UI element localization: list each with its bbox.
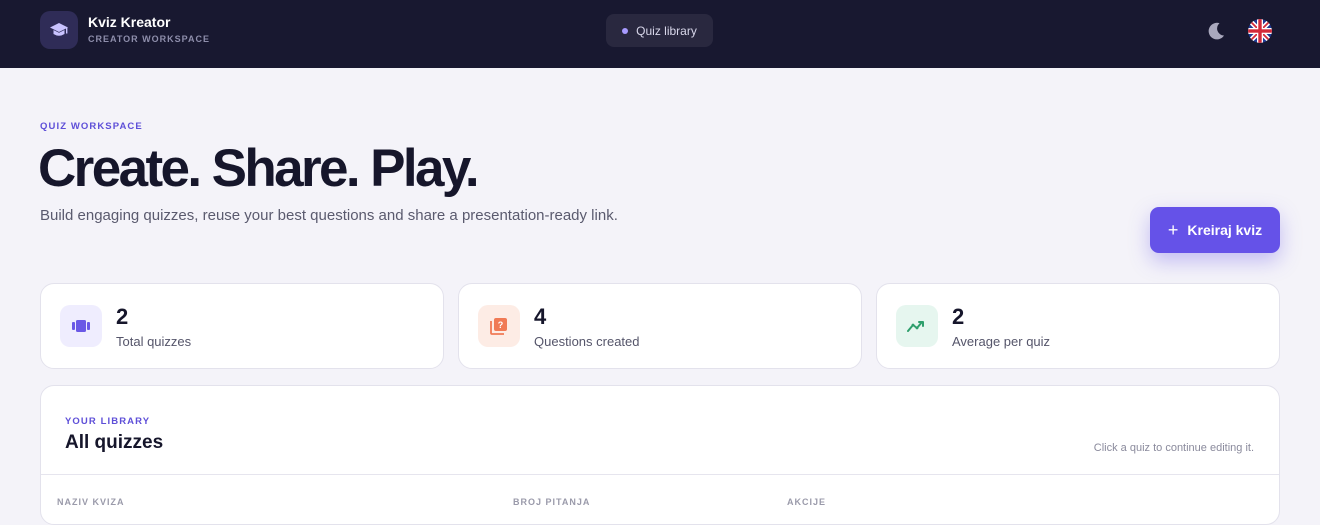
library-hint: Click a quiz to continue editing it. (1093, 442, 1254, 454)
create-quiz-label: Kreiraj kviz (1187, 222, 1263, 238)
film-icon (60, 305, 102, 347)
question-book-icon: ? (478, 305, 520, 347)
stat-card-average-per-quiz: 2 Average per quiz (876, 283, 1280, 369)
library-title: All quizzes (65, 432, 164, 453)
svg-text:?: ? (498, 320, 504, 330)
brand-subtitle: CREATOR WORKSPACE (88, 34, 211, 44)
hero-eyebrow: QUIZ WORKSPACE (40, 121, 143, 132)
divider (41, 474, 1279, 475)
stat-card-total-quizzes: 2 Total quizzes (40, 283, 444, 369)
stat-value: 2 (952, 304, 965, 329)
page-title: Create. Share. Play. (38, 139, 480, 198)
hero-description: Build engaging quizzes, reuse your best … (40, 207, 618, 224)
column-header-quiz-name[interactable]: NAZIV KVIZA (57, 497, 125, 507)
trending-icon (896, 305, 938, 347)
active-dot-icon (622, 27, 629, 34)
column-header-question-count[interactable]: BROJ PITANJA (513, 497, 590, 507)
column-header-actions: AKCIJE (787, 497, 827, 507)
stat-card-questions-created: ? 4 Questions created (458, 283, 862, 369)
moon-icon (1208, 22, 1224, 40)
stat-value: 2 (116, 304, 129, 329)
top-navbar: Kviz Kreator CREATOR WORKSPACE Quiz libr… (0, 0, 1320, 68)
nav-quiz-library-label: Quiz library (636, 23, 697, 38)
graduation-cap-icon (40, 11, 78, 49)
stat-label: Questions created (534, 334, 640, 349)
library-eyebrow: YOUR LIBRARY (65, 416, 151, 427)
nav-quiz-library[interactable]: Quiz library (606, 14, 713, 47)
create-quiz-button[interactable]: + Kreiraj kviz (1150, 207, 1280, 253)
plus-icon: + (1167, 220, 1179, 240)
quiz-library-panel: YOUR LIBRARY All quizzes Click a quiz to… (40, 385, 1280, 525)
stat-label: Total quizzes (116, 334, 192, 349)
brand[interactable]: Kviz Kreator CREATOR WORKSPACE (40, 11, 210, 49)
stat-label: Average per quiz (952, 334, 1051, 349)
language-switcher[interactable] (1248, 19, 1272, 43)
brand-name: Kviz Kreator (88, 14, 171, 30)
stat-value: 4 (534, 304, 547, 329)
uk-flag-icon (1248, 19, 1272, 43)
theme-toggle-button[interactable] (1203, 18, 1229, 44)
